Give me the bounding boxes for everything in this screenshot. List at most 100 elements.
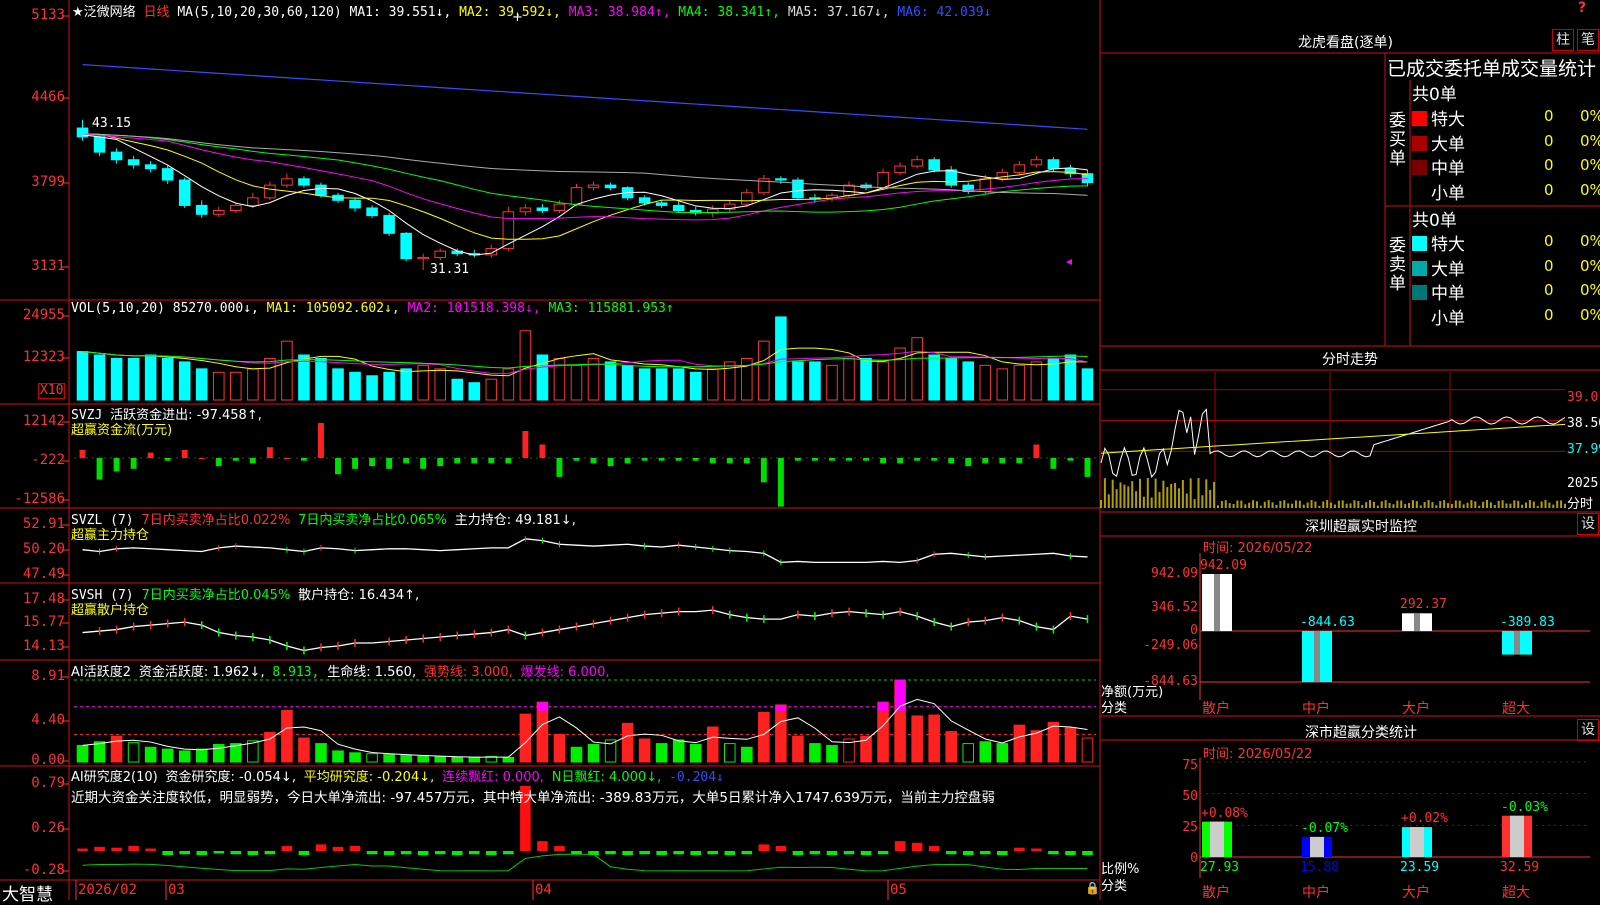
sz-settings-button[interactable]: 设	[1577, 513, 1599, 535]
candle	[1013, 164, 1026, 173]
fl-bar-shade	[1310, 836, 1324, 857]
fl-settings-button[interactable]: 设	[1577, 719, 1599, 741]
fl-bar-shade	[1210, 821, 1224, 857]
x-axis-label: 03	[168, 882, 185, 898]
volume-bar	[468, 382, 481, 401]
order-count: 0	[1544, 232, 1554, 250]
ai-bar	[468, 756, 481, 763]
sz-bar-shade	[1414, 613, 1420, 631]
svzj-bar	[335, 458, 341, 475]
ma-value-3: MA3: 38.984↑,	[568, 5, 679, 20]
column-mode-button[interactable]: 柱	[1552, 29, 1574, 51]
tick-mode-button[interactable]: 笔	[1577, 29, 1599, 51]
candle	[536, 207, 549, 211]
ai-bar	[1064, 727, 1077, 763]
vol-legend: VOL(5,10,20) 85270.000↓, MA1: 105092.602…	[71, 301, 674, 316]
volume-bar	[230, 371, 242, 401]
ai-bar	[1081, 737, 1094, 763]
svzj-bar	[1067, 458, 1074, 461]
volume-bar	[570, 364, 583, 401]
svzj-bar	[743, 458, 750, 464]
volume-bar	[400, 368, 412, 401]
ai-bar	[877, 701, 889, 763]
period-label[interactable]: 日线	[143, 5, 169, 20]
ai2-e: -0.204↓	[669, 770, 724, 785]
ai2-bar	[1031, 848, 1042, 851]
ai-bar	[349, 752, 361, 763]
order-pct: 0%	[1580, 281, 1600, 299]
ai-bar	[110, 735, 123, 763]
volume-bar	[792, 361, 804, 401]
order-pct: 0%	[1580, 232, 1600, 250]
ai-bar	[1047, 721, 1060, 763]
volume-bar	[979, 364, 992, 401]
low-marker: 31.31	[430, 262, 470, 277]
svzj-bar	[1050, 458, 1057, 469]
fl-category: 散户	[1202, 885, 1230, 901]
buy-side-label: 委买单	[1389, 111, 1406, 169]
ai2-bar	[1048, 851, 1059, 855]
order-swatch	[1412, 111, 1427, 126]
x-axis-label: 2026/02	[78, 882, 138, 898]
stock-terminal: ? ★泛微网络 日线 MA(5,10,20,30,60,120) MA1: 39…	[0, 0, 1600, 905]
ai2-bar	[434, 851, 446, 855]
order-type: 中单	[1431, 284, 1465, 304]
svzj-y-tick: 12142	[22, 413, 65, 429]
vol-ma-values: MA1: 105092.602↓, MA2: 101518.398↓, MA3:…	[267, 301, 674, 316]
ai-y-tick: 8.91	[31, 668, 65, 684]
candle	[281, 178, 293, 186]
vol-ma-value-2: MA2: 101518.398↓,	[407, 301, 549, 316]
ai2-bar	[758, 844, 770, 851]
candle	[911, 159, 923, 167]
volume-bar	[758, 340, 770, 401]
order-swatch	[1412, 309, 1427, 325]
volume-bar	[638, 368, 651, 401]
ai2-c: 连续飘红: 0.000,	[442, 770, 544, 785]
order-row: 大单 0 0%	[1412, 130, 1600, 155]
vol-unit[interactable]: X10	[38, 383, 66, 399]
ai2-bar	[877, 851, 889, 855]
ai2-bar	[554, 846, 565, 851]
svzj-bar	[1033, 444, 1040, 458]
ai-bar	[621, 722, 634, 763]
corner-question[interactable]: ?	[1578, 0, 1586, 16]
svzj-bar	[641, 458, 648, 461]
svzj-bar	[147, 452, 154, 458]
brand-logo: 大智慧	[2, 885, 53, 905]
ai2-bar	[94, 846, 105, 851]
x-axis-label: 04	[535, 882, 552, 898]
svzj-bar	[539, 444, 546, 458]
svzj-bar	[79, 449, 86, 458]
crosshair-icon: +	[512, 10, 523, 25]
ai-bar	[417, 755, 429, 763]
ai2-bar	[1014, 847, 1025, 851]
order-pct: 0%	[1580, 305, 1600, 324]
ma-values: MA1: 39.551↓, MA2: 39.592↓, MA3: 38.984↑…	[350, 5, 992, 20]
main-chart-svg[interactable]	[0, 0, 1600, 900]
lock-icon[interactable]: 🔒	[1085, 881, 1100, 895]
candle	[587, 184, 600, 189]
fl-value-label: 23.59	[1400, 860, 1440, 875]
volume-bar	[315, 357, 327, 401]
svzj-bar	[113, 458, 120, 472]
ma-line	[82, 133, 1088, 240]
ai-bar	[638, 738, 651, 763]
order-pct: 0%	[1580, 180, 1600, 199]
order-swatch	[1412, 285, 1427, 300]
vol-y-tick: 24955	[22, 307, 65, 323]
ai-bar	[127, 742, 140, 763]
svzj-bar	[181, 449, 188, 458]
svzj-bar	[897, 458, 904, 464]
order-count: 0	[1544, 156, 1554, 174]
ai2-bar	[537, 841, 548, 851]
order-row: 中单 0 0%	[1412, 154, 1600, 179]
ai-burst-cap	[775, 704, 787, 711]
cursor-marker	[1066, 259, 1072, 265]
fl-change-label: -0.07%	[1301, 820, 1348, 836]
volume-bar	[860, 357, 872, 401]
svzj-bar	[846, 458, 852, 461]
order-type: 小单	[1431, 183, 1465, 204]
ai-bar	[979, 741, 992, 763]
candle	[843, 184, 855, 196]
ma-value-5: MA5: 37.167↓,	[787, 5, 898, 20]
